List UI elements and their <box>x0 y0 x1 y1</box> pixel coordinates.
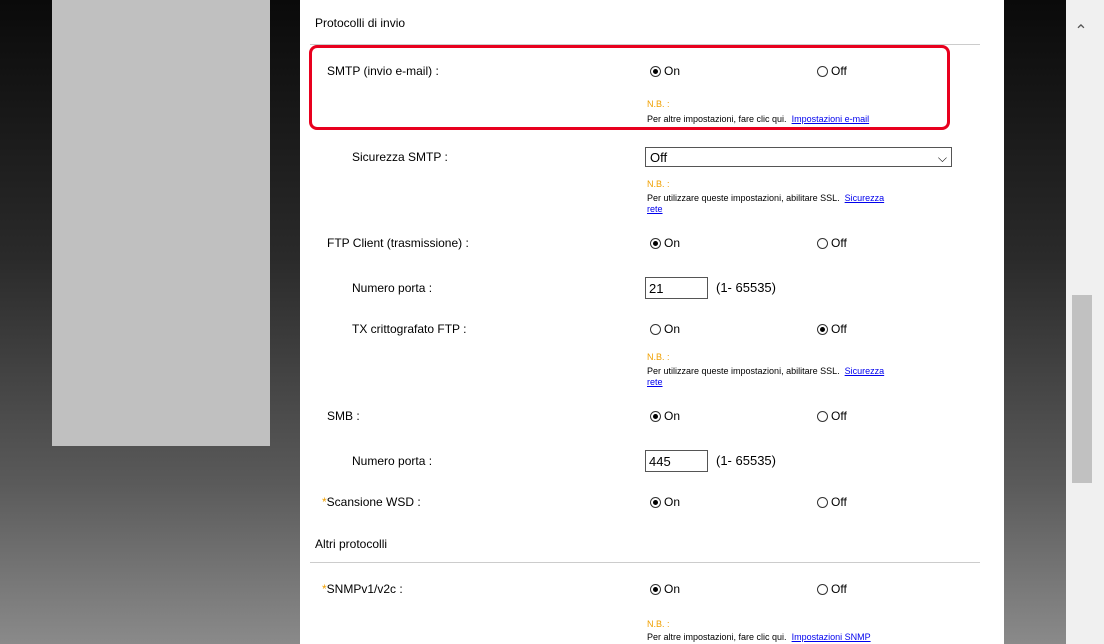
radio-selected-icon <box>650 411 661 422</box>
nb-title: N.B. : <box>647 619 670 629</box>
ftp-port-input[interactable]: 21 <box>645 277 708 299</box>
right-background <box>1004 0 1066 644</box>
ftp-port-label: Numero porta : <box>352 281 433 295</box>
radio-unselected-icon <box>817 584 828 595</box>
scroll-up-icon[interactable]: ⌃ <box>1071 22 1091 42</box>
wsd-off-radio[interactable]: Off <box>817 495 847 509</box>
left-panel <box>52 0 270 446</box>
snmp-off-radio[interactable]: Off <box>817 582 847 596</box>
nb-title: N.B. : <box>647 352 670 362</box>
smb-port-input[interactable]: 445 <box>645 450 708 472</box>
email-settings-link[interactable]: Impostazioni e-mail <box>792 114 870 124</box>
ftp-label: FTP Client (trasmissione) : <box>327 236 469 250</box>
ftp-tx-on-radio[interactable]: On <box>650 322 680 336</box>
smb-port-label: Numero porta : <box>352 454 433 468</box>
smtp-security-select[interactable]: Off ⌵ <box>645 147 952 167</box>
radio-unselected-icon <box>817 66 828 77</box>
nb-title: N.B. : <box>647 99 670 109</box>
smtp-off-radio[interactable]: Off <box>817 64 847 78</box>
ftp-port-range: (1- 65535) <box>716 280 776 295</box>
nb-text: Per altre impostazioni, fare clic qui. I… <box>647 114 870 124</box>
smb-on-radio[interactable]: On <box>650 409 680 423</box>
nb-title: N.B. : <box>647 179 670 189</box>
divider <box>310 562 980 563</box>
radio-unselected-icon <box>650 324 661 335</box>
nb-text: Per utilizzare queste impostazioni, abil… <box>647 366 885 387</box>
ftp-tx-label: TX crittografato FTP : <box>352 322 467 336</box>
smtp-security-label: Sicurezza SMTP : <box>352 150 448 164</box>
radio-unselected-icon <box>817 411 828 422</box>
snmp-on-radio[interactable]: On <box>650 582 680 596</box>
radio-selected-icon <box>650 66 661 77</box>
chevron-down-icon: ⌵ <box>937 151 947 165</box>
smb-label: SMB : <box>327 409 360 423</box>
section-title-altri: Altri protocolli <box>315 537 388 551</box>
wsd-on-radio[interactable]: On <box>650 495 680 509</box>
radio-selected-icon <box>817 324 828 335</box>
radio-unselected-icon <box>817 497 828 508</box>
radio-unselected-icon <box>817 238 828 249</box>
radio-selected-icon <box>650 497 661 508</box>
smb-off-radio[interactable]: Off <box>817 409 847 423</box>
ftp-off-radio[interactable]: Off <box>817 236 847 250</box>
nb-text: Per altre impostazioni, fare clic qui. I… <box>647 632 871 642</box>
smtp-label: SMTP (invio e-mail) : <box>327 64 439 78</box>
smtp-on-radio[interactable]: On <box>650 64 680 78</box>
wsd-label: *Scansione WSD : <box>322 495 421 509</box>
scrollbar-thumb[interactable] <box>1072 295 1092 483</box>
nb-text: Per utilizzare queste impostazioni, abil… <box>647 193 885 214</box>
section-title-invio: Protocolli di invio <box>315 16 406 30</box>
ftp-on-radio[interactable]: On <box>650 236 680 250</box>
radio-selected-icon <box>650 584 661 595</box>
snmp-label: *SNMPv1/v2c : <box>322 582 403 596</box>
radio-selected-icon <box>650 238 661 249</box>
smb-port-range: (1- 65535) <box>716 453 776 468</box>
ftp-tx-off-radio[interactable]: Off <box>817 322 847 336</box>
snmp-settings-link[interactable]: Impostazioni SNMP <box>792 632 871 642</box>
